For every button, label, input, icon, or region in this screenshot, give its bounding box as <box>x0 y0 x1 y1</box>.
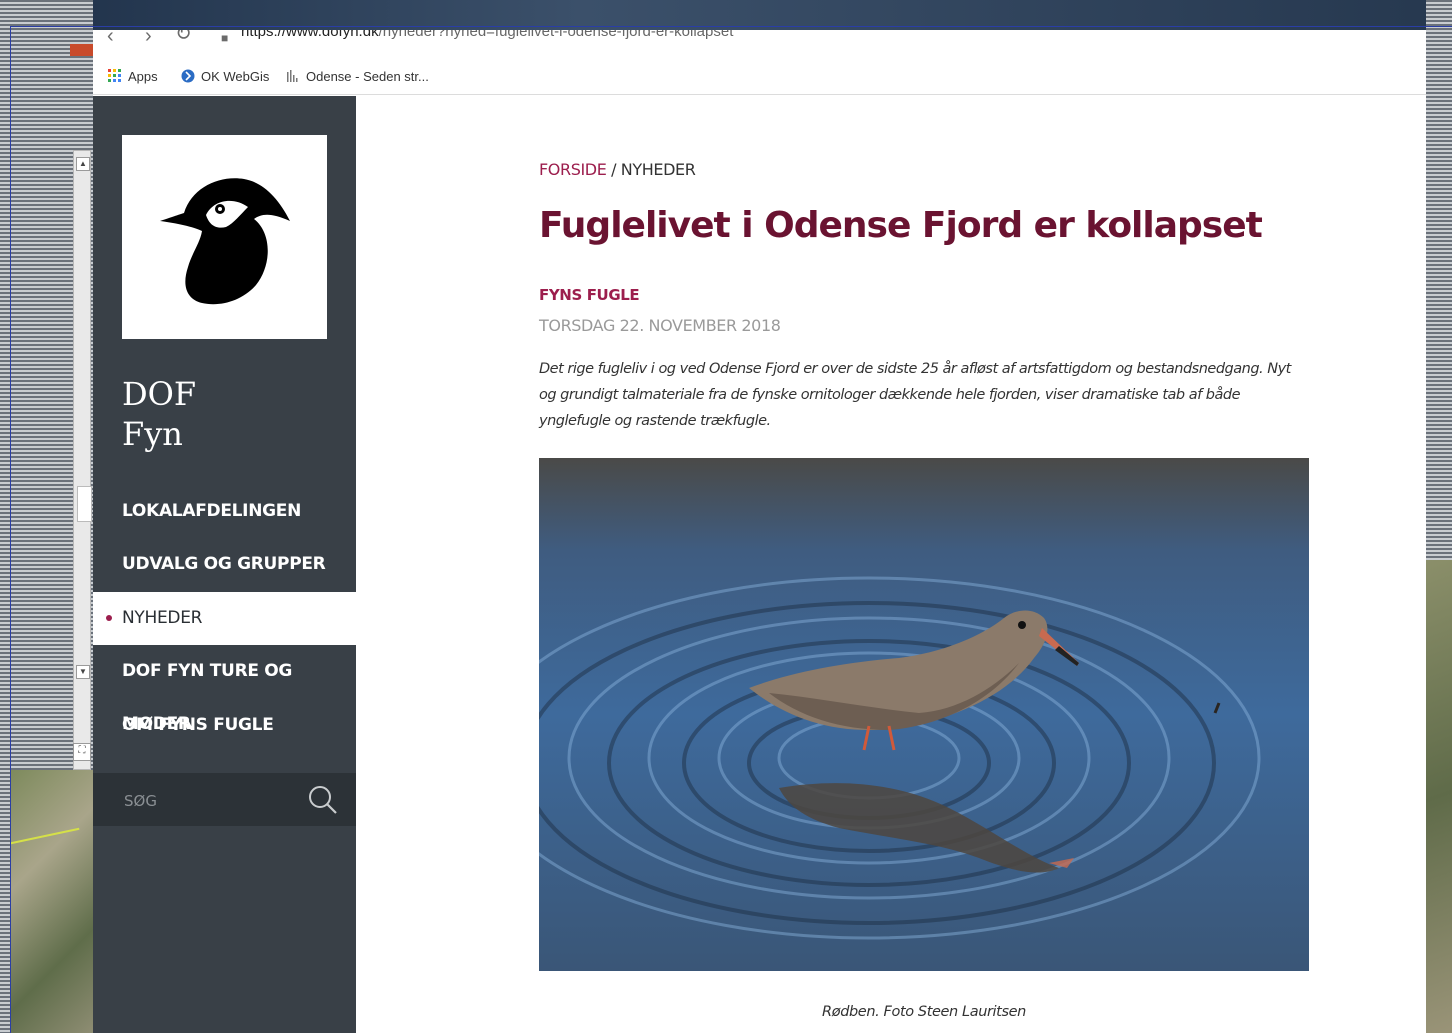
reload-icon[interactable]: ↻ <box>175 30 192 44</box>
nav-label: OM FYNS FUGLE <box>122 715 274 735</box>
search-box <box>93 773 356 826</box>
nav-item-lokalafdelingen[interactable]: LOKALAFDELINGEN <box>93 485 356 538</box>
nav-label: LOKALAFDELINGEN <box>122 501 302 521</box>
url-text[interactable]: https://www.dofyn.dk/nyheder?nyhed=fugle… <box>241 30 733 40</box>
article-lead: Det rige fugleliv i og ved Odense Fjord … <box>539 361 1291 429</box>
nav-label: UDVALG OG GRUPPER <box>122 554 326 574</box>
bird-logo-icon <box>160 178 290 305</box>
browser-window: ‹ › ↻ ■ https://www.dofyn.dk/nyheder?nyh… <box>93 30 1426 1033</box>
forward-icon[interactable]: › <box>145 30 152 46</box>
url-path: /nyheder?nyhed=fuglelivet-i-odense-fjord… <box>378 30 734 40</box>
article-title: Fuglelivet i Odense Fjord er kollapset <box>539 205 1263 246</box>
back-icon[interactable]: ‹ <box>107 30 114 46</box>
active-dot-icon <box>106 615 112 621</box>
url-host: https://www.dofyn.dk <box>241 30 379 40</box>
breadcrumb: FORSIDE / NYHEDER <box>539 160 696 179</box>
site-name-line1: DOF <box>122 375 197 413</box>
redshank-photo <box>539 458 1309 971</box>
zoom-extent-icon[interactable]: ⛶ <box>73 743 91 761</box>
site-sidebar: DOF Fyn LOKALAFDELINGEN UDVALG OG GRUPPE… <box>93 96 356 1033</box>
photo-caption: Rødben. Foto Steen Lauritsen <box>822 1004 1026 1020</box>
breadcrumb-separator: / <box>606 160 621 179</box>
search-icon[interactable] <box>308 785 338 815</box>
apps-grid-icon <box>108 69 122 86</box>
search-input[interactable] <box>122 787 306 815</box>
bookmark-apps[interactable]: Apps <box>108 69 158 86</box>
underlying-window-tab <box>70 44 93 56</box>
nav-label: NYHEDER <box>122 608 203 628</box>
article-content: FORSIDE / NYHEDER Fuglelivet i Odense Fj… <box>356 96 1426 1033</box>
globe-icon <box>181 69 195 86</box>
nav-item-nyheder[interactable]: NYHEDER <box>93 592 356 645</box>
nav-item-udvalg-og-grupper[interactable]: UDVALG OG GRUPPER <box>93 538 356 591</box>
bookmark-label: OK WebGis <box>201 69 270 84</box>
breadcrumb-current: NYHEDER <box>620 160 696 179</box>
underlying-scroll-thumb[interactable] <box>77 486 92 522</box>
bookmark-label: Apps <box>128 69 158 84</box>
nav-item-dof-fyn-ture-og-moder[interactable]: DOF FYN TURE OG MØDER <box>93 645 356 734</box>
signal-bars-icon <box>286 69 300 86</box>
breadcrumb-home-link[interactable]: FORSIDE <box>539 160 607 179</box>
lock-icon: ■ <box>221 31 229 45</box>
bookmarks-bar: Apps OK WebGis Odense - Seden str... <box>93 58 1426 95</box>
article-date: TORSDAG 22. NOVEMBER 2018 <box>539 316 781 335</box>
bookmark-odense-seden[interactable]: Odense - Seden str... <box>286 69 429 86</box>
site-logo[interactable] <box>122 135 327 339</box>
bookmark-label: Odense - Seden str... <box>306 69 429 84</box>
bookmark-ok-webgis[interactable]: OK WebGis <box>181 69 269 86</box>
site-name[interactable]: DOF Fyn <box>122 374 196 454</box>
underlying-scrollbar[interactable]: ▲ ▼ <box>73 150 91 770</box>
address-bar[interactable]: ‹ › ↻ ■ https://www.dofyn.dk/nyheder?nyh… <box>93 30 1426 58</box>
nav-item-om-fyns-fugle[interactable]: OM FYNS FUGLE <box>93 699 356 752</box>
scroll-down-icon[interactable]: ▼ <box>76 665 90 679</box>
article-photo <box>539 458 1309 971</box>
site-name-line2: Fyn <box>122 415 183 453</box>
article-category[interactable]: FYNS FUGLE <box>539 286 640 304</box>
scroll-up-icon[interactable]: ▲ <box>76 157 90 171</box>
